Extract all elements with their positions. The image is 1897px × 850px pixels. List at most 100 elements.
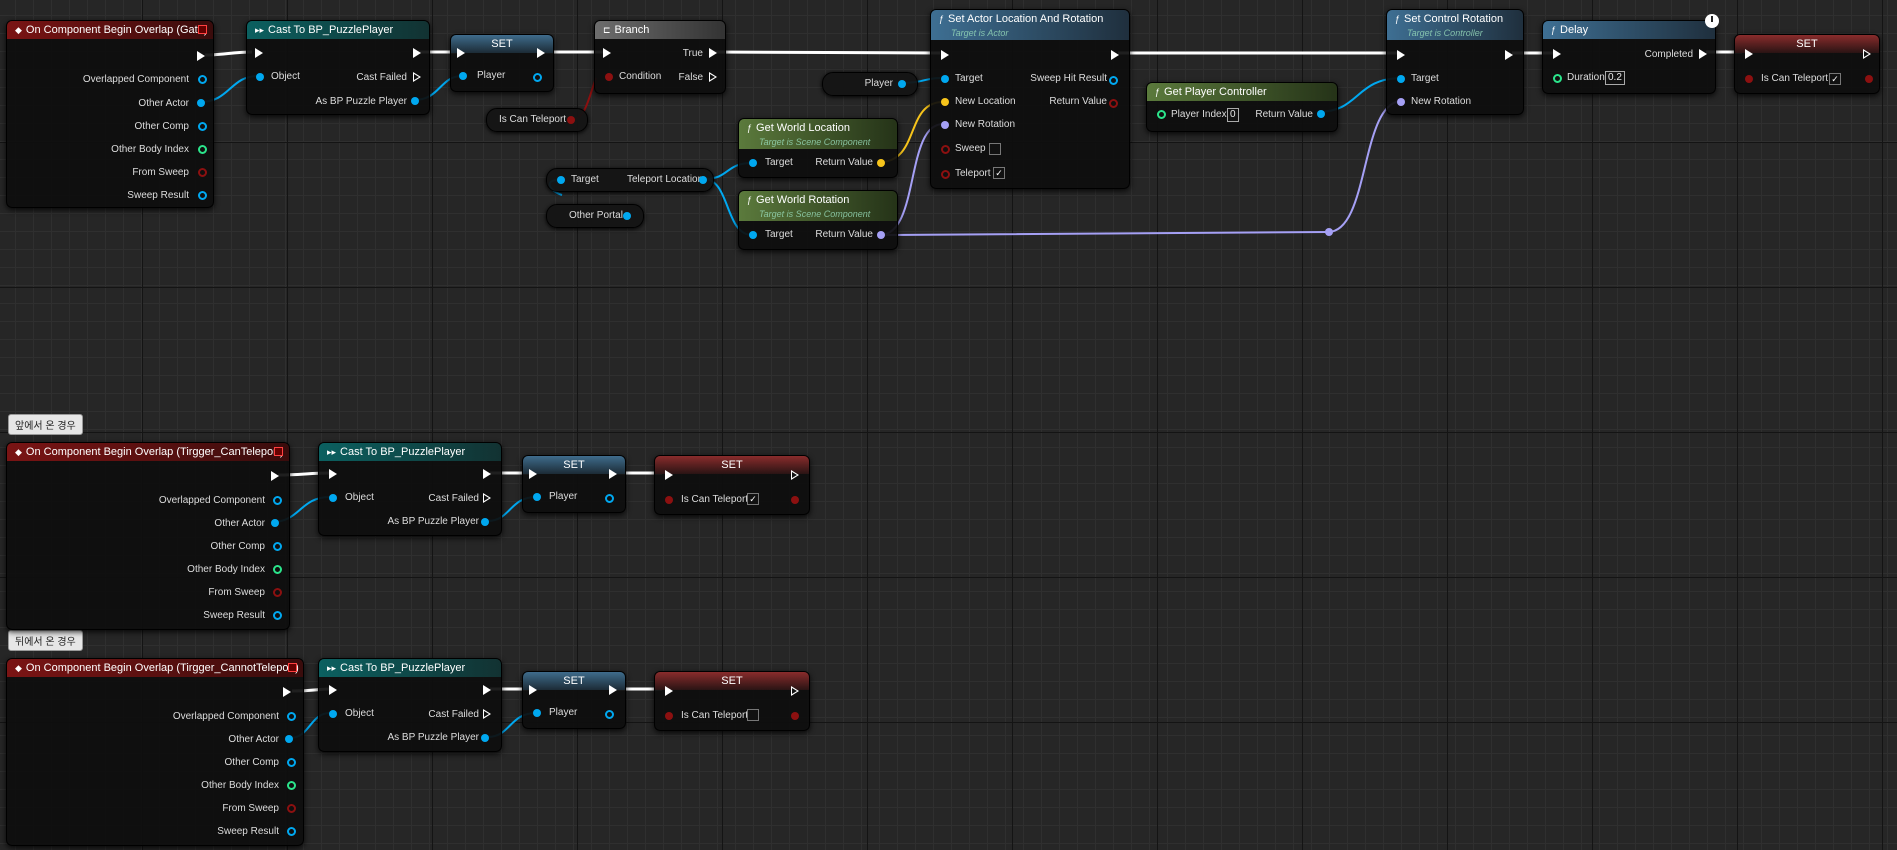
- pin-target[interactable]: [557, 176, 565, 184]
- exec-in-pin[interactable]: [603, 48, 611, 58]
- set-is-can-teleport-node-3[interactable]: SET Is Can Teleport: [654, 671, 810, 731]
- pin-from-sweep[interactable]: [273, 588, 282, 597]
- exec-out-pin[interactable]: [1111, 50, 1119, 60]
- set-player-node-2[interactable]: SET Player: [522, 455, 626, 513]
- pin-return-value[interactable]: [1109, 99, 1118, 108]
- event-node-can-teleport[interactable]: ◆ On Component Begin Overlap (Tirgger_Can…: [6, 442, 290, 630]
- pin-as-player[interactable]: [481, 518, 489, 526]
- pin-new-rotation[interactable]: [941, 121, 949, 129]
- exec-in-pin[interactable]: [529, 685, 537, 695]
- exec-in-pin[interactable]: [1553, 49, 1561, 59]
- cast-node-3[interactable]: ▸▸ Cast To BP_PuzzlePlayer Object Cast Fa…: [318, 658, 502, 752]
- pin-condition[interactable]: [605, 73, 613, 81]
- exec-in-pin[interactable]: [1397, 50, 1405, 60]
- pin-return-rotation[interactable]: [877, 231, 885, 239]
- exec-in-pin[interactable]: [665, 686, 673, 696]
- set-player-node-3[interactable]: SET Player: [522, 671, 626, 729]
- is-can-teleport-checkbox[interactable]: ✓: [1829, 73, 1841, 85]
- branch-node[interactable]: ⊏ Branch True Condition False: [594, 20, 726, 94]
- pin-from-sweep[interactable]: [287, 804, 296, 813]
- is-can-teleport-checkbox[interactable]: [747, 709, 759, 721]
- pin-target[interactable]: [749, 159, 757, 167]
- exec-out-pin[interactable]: [483, 469, 491, 479]
- var-teleport-location[interactable]: Target Teleport Location: [546, 168, 714, 192]
- pin-duration[interactable]: [1553, 74, 1562, 83]
- pin-other-actor[interactable]: [271, 519, 279, 527]
- pin-player-out[interactable]: [898, 80, 906, 88]
- set-actor-location-rotation-node[interactable]: ƒ Set Actor Location And Rotation Target i…: [930, 9, 1130, 189]
- pin-portal-out[interactable]: [623, 212, 631, 220]
- set-control-rotation-node[interactable]: ƒ Set Control Rotation Target is Controlle…: [1386, 9, 1524, 115]
- pin-bool-out[interactable]: [791, 496, 799, 504]
- cast-node-2[interactable]: ▸▸ Cast To BP_PuzzlePlayer Object Cast Fa…: [318, 442, 502, 536]
- pin-as-player[interactable]: [411, 97, 419, 105]
- pin-target[interactable]: [1397, 75, 1405, 83]
- cast-failed-pin[interactable]: [413, 72, 421, 82]
- var-player[interactable]: Player: [822, 72, 918, 96]
- delay-node[interactable]: ƒ Delay Completed Duration 0.2: [1542, 20, 1716, 94]
- cast-failed-pin[interactable]: [483, 493, 491, 503]
- pin-player-out[interactable]: [605, 710, 614, 719]
- pin-from-sweep[interactable]: [198, 168, 207, 177]
- cast-failed-pin[interactable]: [483, 709, 491, 719]
- exec-in-pin[interactable]: [529, 469, 537, 479]
- pin-teleport[interactable]: [941, 170, 950, 179]
- pin-player-out[interactable]: [533, 73, 542, 82]
- exec-out-pin[interactable]: [537, 48, 545, 58]
- pin-target[interactable]: [941, 75, 949, 83]
- pin-sweep-result[interactable]: [273, 611, 282, 620]
- exec-in-pin[interactable]: [941, 50, 949, 60]
- exec-out-pin[interactable]: [791, 686, 799, 696]
- pin-other-body-index[interactable]: [273, 565, 282, 574]
- exec-in-pin[interactable]: [329, 685, 337, 695]
- pin-bool-out[interactable]: [567, 116, 575, 124]
- pin-controller-out[interactable]: [1317, 110, 1325, 118]
- set-player-node-1[interactable]: SET Player: [450, 34, 554, 92]
- teleport-checkbox[interactable]: ✓: [993, 167, 1005, 179]
- pin-sweep[interactable]: [941, 145, 950, 154]
- exec-out-pin[interactable]: [283, 687, 291, 697]
- completed-exec-pin[interactable]: [1699, 49, 1707, 59]
- sweep-checkbox[interactable]: [989, 143, 1001, 155]
- exec-in-pin[interactable]: [457, 48, 465, 58]
- exec-out-pin[interactable]: [413, 48, 421, 58]
- set-is-can-teleport-node-1[interactable]: SET Is Can Teleport ✓: [1734, 34, 1880, 94]
- pin-bool-in[interactable]: [1745, 75, 1753, 83]
- pin-player-in[interactable]: [459, 72, 467, 80]
- pin-bool-out[interactable]: [1865, 75, 1873, 83]
- exec-out-pin[interactable]: [1863, 49, 1871, 59]
- pin-other-comp[interactable]: [198, 122, 207, 131]
- pin-object[interactable]: [256, 73, 264, 81]
- pin-sweep-result[interactable]: [198, 191, 207, 200]
- pin-object[interactable]: [329, 710, 337, 718]
- pin-bool-out[interactable]: [791, 712, 799, 720]
- pin-other-actor[interactable]: [285, 735, 293, 743]
- set-is-can-teleport-node-2[interactable]: SET Is Can Teleport ✓: [654, 455, 810, 515]
- pin-overlapped-component[interactable]: [273, 496, 282, 505]
- pin-sweep-result[interactable]: [287, 827, 296, 836]
- exec-in-pin[interactable]: [329, 469, 337, 479]
- pin-return-location[interactable]: [877, 159, 885, 167]
- get-world-rotation-node[interactable]: ƒ Get World Rotation Target is Scene Compo…: [738, 190, 898, 250]
- exec-out-pin[interactable]: [609, 469, 617, 479]
- exec-in-pin[interactable]: [255, 48, 263, 58]
- pin-other-comp[interactable]: [287, 758, 296, 767]
- pin-location-out[interactable]: [699, 176, 707, 184]
- pin-player-in[interactable]: [533, 709, 541, 717]
- get-world-location-node[interactable]: ƒ Get World Location Target is Scene Compo…: [738, 118, 898, 178]
- pin-as-player[interactable]: [481, 734, 489, 742]
- event-node-gate[interactable]: ◆ On Component Begin Overlap (Gate) Overl…: [6, 20, 214, 208]
- exec-out-pin[interactable]: [483, 685, 491, 695]
- pin-sweep-hit-result[interactable]: [1109, 76, 1118, 85]
- var-other-portal[interactable]: Other Portal: [546, 204, 644, 228]
- false-exec-pin[interactable]: [709, 72, 717, 82]
- pin-other-comp[interactable]: [273, 542, 282, 551]
- pin-player-index[interactable]: [1157, 110, 1166, 119]
- pin-bool-in[interactable]: [665, 496, 673, 504]
- get-player-controller-node[interactable]: ƒ Get Player Controller Player Index 0 Re…: [1146, 82, 1338, 132]
- player-index-input[interactable]: 0: [1227, 108, 1239, 122]
- pin-player-in[interactable]: [533, 493, 541, 501]
- pin-other-body-index[interactable]: [287, 781, 296, 790]
- exec-out-pin[interactable]: [271, 471, 279, 481]
- pin-overlapped-component[interactable]: [287, 712, 296, 721]
